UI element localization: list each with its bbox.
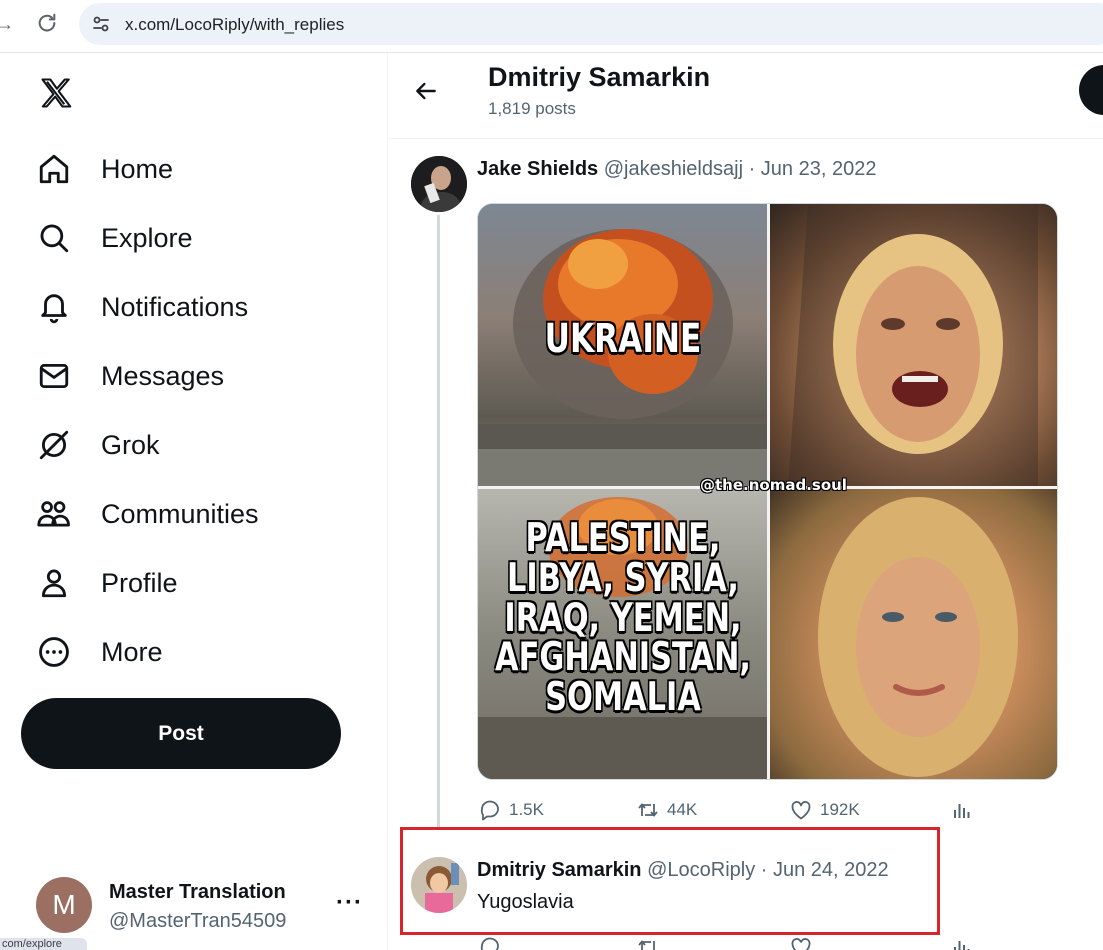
sidebar-item-explore[interactable]: Explore <box>36 215 193 261</box>
sidebar-item-label: Home <box>101 153 174 184</box>
tweet-author-handle[interactable]: @jakeshieldsajj <box>604 158 743 180</box>
tweet-actions <box>477 933 1077 950</box>
more-circle-icon <box>36 634 72 670</box>
sidebar-item-label: Messages <box>101 360 225 391</box>
post-button[interactable]: Post <box>21 698 341 769</box>
meme-caption-top: UKRAINE <box>544 316 702 362</box>
reply-icon[interactable] <box>477 935 503 950</box>
tweet-media-image[interactable]: UKRAINE PALESTINE, LIBYA, SYRIA, IRAQ, Y… <box>477 203 1058 780</box>
browser-toolbar: → x.com/LocoRiply/with_replies <box>0 0 1103 53</box>
sidebar-item-label: Grok <box>101 429 160 460</box>
envelope-icon <box>36 358 72 394</box>
account-switcher[interactable]: M Master Translation @MasterTran54509 ··… <box>36 877 376 937</box>
sidebar-item-more[interactable]: More <box>36 629 163 675</box>
reply-icon <box>480 800 499 821</box>
tweet-author-handle[interactable]: @LocoRiply <box>647 859 755 881</box>
analytics-icon <box>954 804 970 818</box>
sidebar-item-grok[interactable]: Grok <box>36 422 160 468</box>
main-timeline: Dmitriy Samarkin 1,819 posts Jake Shield… <box>389 53 1103 950</box>
sidebar-item-messages[interactable]: Messages <box>36 353 224 399</box>
like-button[interactable]: 192K <box>788 798 860 822</box>
crying-face-photo <box>768 204 1057 487</box>
tweet-author-name[interactable]: Jake Shields <box>477 158 598 180</box>
account-more-button[interactable]: ··· <box>336 889 363 917</box>
sidebar-item-label: Explore <box>101 222 193 253</box>
like-count: 192K <box>820 800 860 819</box>
people-icon <box>36 496 72 532</box>
tweet-text: Yugoslavia <box>477 891 574 913</box>
avatar[interactable] <box>411 857 467 913</box>
post-count: 1,819 posts <box>488 99 576 118</box>
bell-icon <box>36 289 72 325</box>
address-bar[interactable]: x.com/LocoRiply/with_replies <box>79 3 1103 45</box>
repost-button[interactable]: 44K <box>635 798 697 822</box>
reply-button[interactable]: 1.5K <box>477 798 544 822</box>
account-name: Master Translation <box>109 881 286 903</box>
sidebar-item-notifications[interactable]: Notifications <box>36 284 248 330</box>
sidebar-item-label: More <box>101 636 163 667</box>
sidebar-item-label: Profile <box>101 567 178 598</box>
thread-connector <box>437 215 440 827</box>
reply-count: 1.5K <box>509 800 544 819</box>
left-sidebar: Home Explore Notifications Messages Grok… <box>0 53 388 950</box>
x-logo-icon[interactable] <box>38 75 74 111</box>
back-arrow-icon[interactable] <box>413 78 439 104</box>
sidebar-item-profile[interactable]: Profile <box>36 560 178 606</box>
link-status-tooltip: com/explore <box>0 938 87 950</box>
heart-icon <box>791 801 811 820</box>
repost-count: 44K <box>667 800 698 819</box>
smiling-face-photo <box>768 487 1057 779</box>
profile-header: Dmitriy Samarkin 1,819 posts <box>389 53 1103 139</box>
meme-watermark: @the.nomad.soul <box>700 476 847 494</box>
tweet-header: Dmitriy Samarkin @LocoRiply · Jun 24, 20… <box>477 859 889 882</box>
search-icon <box>36 220 72 256</box>
reload-icon[interactable] <box>36 12 58 34</box>
grok-icon <box>36 427 72 463</box>
site-settings-icon[interactable] <box>91 14 111 34</box>
meme-caption-bottom: PALESTINE, LIBYA, SYRIA, IRAQ, YEMEN, AF… <box>495 516 751 721</box>
views-button[interactable] <box>949 798 981 822</box>
url-text[interactable]: x.com/LocoRiply/with_replies <box>125 15 344 35</box>
analytics-icon[interactable] <box>949 935 975 950</box>
heart-icon[interactable] <box>788 935 814 950</box>
sidebar-item-label: Notifications <box>101 291 249 322</box>
avatar[interactable] <box>411 156 467 212</box>
sidebar-item-communities[interactable]: Communities <box>36 491 259 537</box>
repost-icon[interactable] <box>635 935 661 950</box>
sidebar-item-label: Communities <box>101 498 259 529</box>
follow-button[interactable] <box>1079 65 1103 115</box>
tweet-header: Jake Shields @jakeshieldsajj · Jun 23, 2… <box>477 158 876 181</box>
repost-icon <box>638 803 658 817</box>
account-handle: @MasterTran54509 <box>109 910 287 932</box>
avatar[interactable]: M <box>36 877 92 933</box>
sidebar-item-home[interactable]: Home <box>36 146 173 192</box>
tweet-author-name[interactable]: Dmitriy Samarkin <box>477 859 642 881</box>
forward-arrow-icon[interactable]: → <box>0 14 14 35</box>
tweet-actions: 1.5K 44K 192K <box>477 798 1077 824</box>
page-title: Dmitriy Samarkin <box>488 62 711 92</box>
person-icon <box>36 565 72 601</box>
tweet-date[interactable]: · Jun 24, 2022 <box>761 859 889 881</box>
home-icon <box>36 151 72 187</box>
tweet-date[interactable]: · Jun 23, 2022 <box>749 158 877 180</box>
